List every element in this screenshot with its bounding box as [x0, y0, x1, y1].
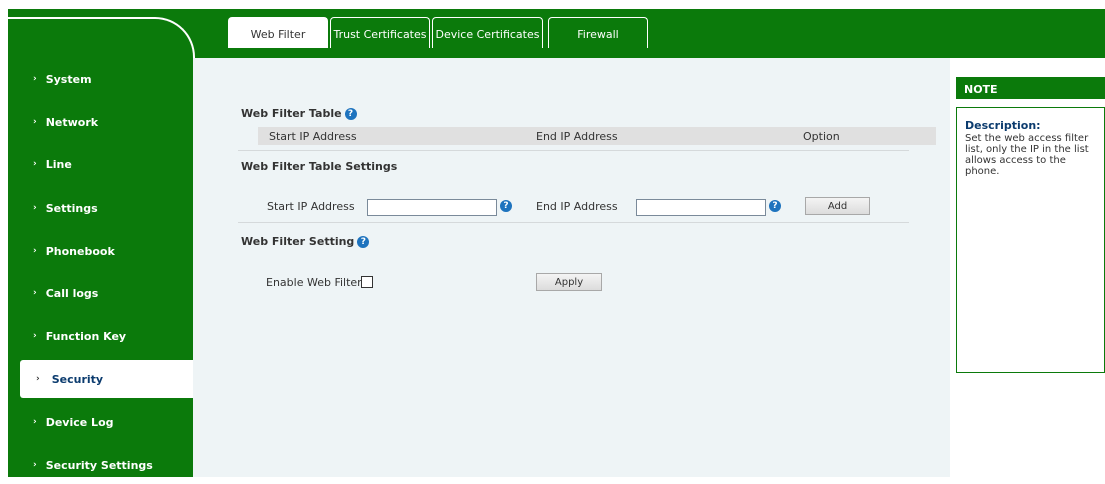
tab-web-filter[interactable]: Web Filter [228, 17, 328, 48]
sidebar-item-label: Settings [45, 201, 98, 215]
tab-trust-certificates[interactable]: Trust Certificates [330, 17, 430, 48]
column-header-option: Option [803, 130, 840, 143]
note-header: NOTE [956, 77, 1105, 99]
sidebar-item-line[interactable]: › Line [8, 145, 193, 183]
chevron-right-icon: › [33, 117, 37, 127]
note-panel: Description: Set the web access filter l… [956, 107, 1105, 373]
column-header-end-ip: End IP Address [536, 130, 618, 143]
divider [238, 222, 909, 223]
sidebar-item-label: Network [45, 115, 99, 129]
tab-device-certificates[interactable]: Device Certificates [432, 17, 543, 48]
chevron-right-icon: › [36, 374, 40, 384]
sidebar-item-label: Call logs [45, 286, 99, 300]
question-circle-icon[interactable]: ? [344, 108, 357, 120]
divider [238, 150, 909, 151]
chevron-right-icon: › [33, 74, 37, 84]
chevron-right-icon: › [33, 460, 37, 470]
chevron-right-icon: › [33, 288, 37, 298]
end-ip-label: End IP Address [536, 200, 618, 213]
note-description-title: Description: [965, 119, 1041, 132]
web-filter-table-settings-heading: Web Filter Table Settings [241, 160, 398, 173]
note-description-text: Set the web access filter list, only the… [965, 133, 1089, 177]
sidebar-item-label: Phonebook [45, 244, 115, 258]
web-filter-table-header: Start IP Address End IP Address Option [258, 127, 936, 145]
tab-firewall[interactable]: Firewall [548, 17, 648, 48]
section-title-text: Web Filter Table [241, 107, 342, 120]
question-circle-icon[interactable]: ? [500, 200, 512, 212]
main-content [193, 58, 950, 477]
question-circle-icon[interactable]: ? [357, 236, 370, 248]
sidebar-item-function-key[interactable]: › Function Key [8, 317, 193, 355]
web-filter-table-heading: Web Filter Table? [241, 107, 357, 120]
chevron-right-icon: › [33, 331, 37, 341]
start-ip-label: Start IP Address [267, 200, 355, 213]
sidebar-item-label: Security Settings [45, 458, 153, 472]
add-button[interactable]: Add [805, 197, 870, 215]
sidebar-item-label: Security [51, 372, 104, 386]
tab-bar: Web Filter Trust Certificates Device Cer… [228, 17, 648, 49]
column-header-start-ip: Start IP Address [269, 130, 357, 143]
chevron-right-icon: › [33, 203, 37, 213]
enable-web-filter-label: Enable Web Filter [266, 276, 362, 289]
chevron-right-icon: › [33, 246, 37, 256]
start-ip-input[interactable] [367, 199, 497, 216]
sidebar-item-security[interactable]: › Security [20, 360, 193, 398]
chevron-right-icon: › [33, 417, 37, 427]
sidebar-item-phonebook[interactable]: › Phonebook [8, 232, 193, 270]
enable-web-filter-checkbox[interactable] [361, 276, 373, 288]
sidebar-item-label: Line [45, 157, 72, 171]
sidebar-item-call-logs[interactable]: › Call logs [8, 274, 193, 312]
question-circle-icon[interactable]: ? [769, 200, 781, 212]
sidebar-item-label: Function Key [45, 329, 127, 343]
sidebar-item-device-log[interactable]: › Device Log [8, 403, 193, 441]
sidebar-item-network[interactable]: › Network [8, 103, 193, 141]
section-title-text: Web Filter Setting [241, 235, 355, 248]
chevron-right-icon: › [33, 159, 37, 169]
apply-button[interactable]: Apply [536, 273, 602, 291]
sidebar-item-label: Device Log [45, 415, 114, 429]
sidebar-item-system[interactable]: › System [8, 60, 193, 98]
sidebar-item-settings[interactable]: › Settings [8, 189, 193, 227]
sidebar-item-label: System [45, 72, 92, 86]
sidebar-item-security-settings[interactable]: › Security Settings [8, 446, 193, 484]
web-filter-setting-heading: Web Filter Setting? [241, 235, 370, 248]
end-ip-input[interactable] [636, 199, 766, 216]
